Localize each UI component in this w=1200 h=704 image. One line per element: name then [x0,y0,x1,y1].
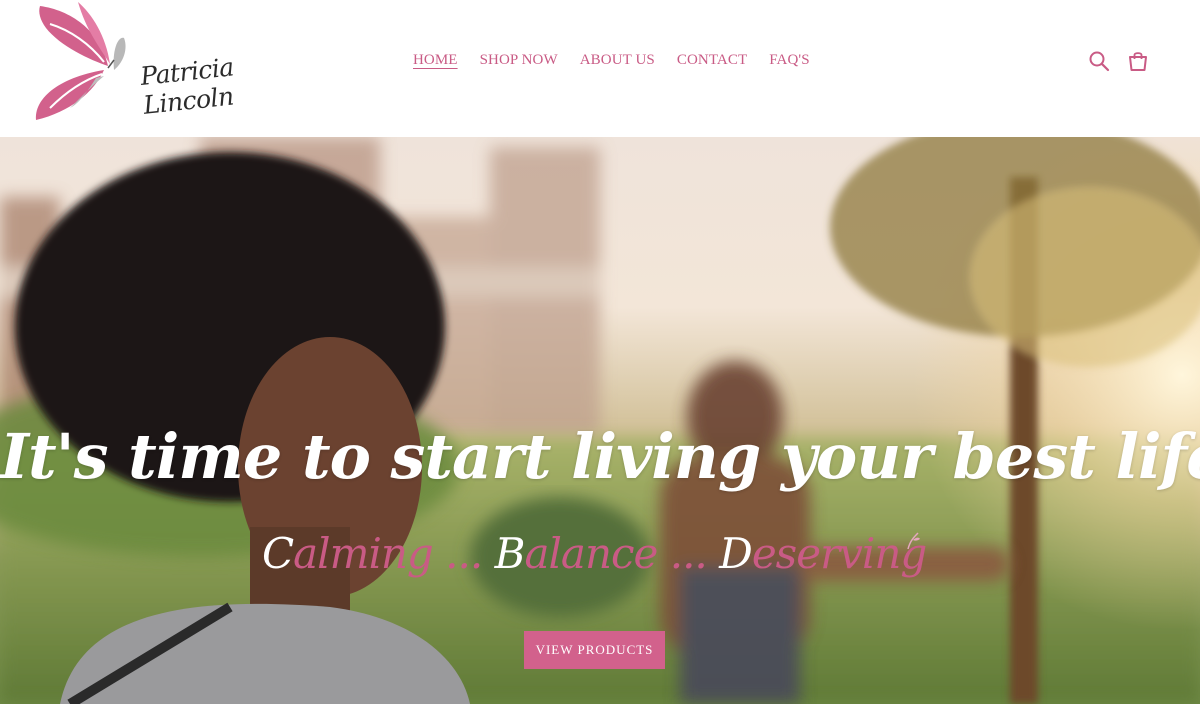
search-icon[interactable] [1088,50,1110,72]
hero-tagline: Calming ... Balance ... Deserving [262,529,962,578]
nav-home[interactable]: HOME [413,52,458,69]
nav-contact[interactable]: CONTACT [677,52,747,69]
view-products-button[interactable]: VIEW PRODUCTS [524,631,665,669]
main-nav: HOME SHOP NOW ABOUT US CONTACT FAQ'S [413,52,810,69]
brand-logo[interactable]: Patricia Lincoln [30,0,270,126]
tagline-calming-initial: C [262,529,294,578]
butterfly-icon [35,2,126,120]
site-header: Patricia Lincoln HOME SHOP NOW ABOUT US … [0,0,1200,137]
nav-about-us[interactable]: ABOUT US [580,52,655,69]
tagline-balance-rest: alance ... [524,529,720,578]
nav-shop-now[interactable]: SHOP NOW [480,52,558,69]
nav-faqs[interactable]: FAQ'S [769,52,809,69]
tagline-deserving-initial: D [719,529,753,578]
butterfly-accent-icon [907,532,920,550]
tagline-deserving-rest: eserving [751,529,927,578]
cart-icon[interactable] [1127,50,1149,72]
tagline-calming-rest: alming ... [293,529,495,578]
hero-banner: It's time to start living your best life… [0,137,1200,704]
header-actions [1088,50,1149,72]
tagline-balance-initial: B [494,529,526,578]
hero-headline: It's time to start living your best life [0,420,1200,493]
logo-wordmark: Patricia Lincoln [138,52,235,120]
